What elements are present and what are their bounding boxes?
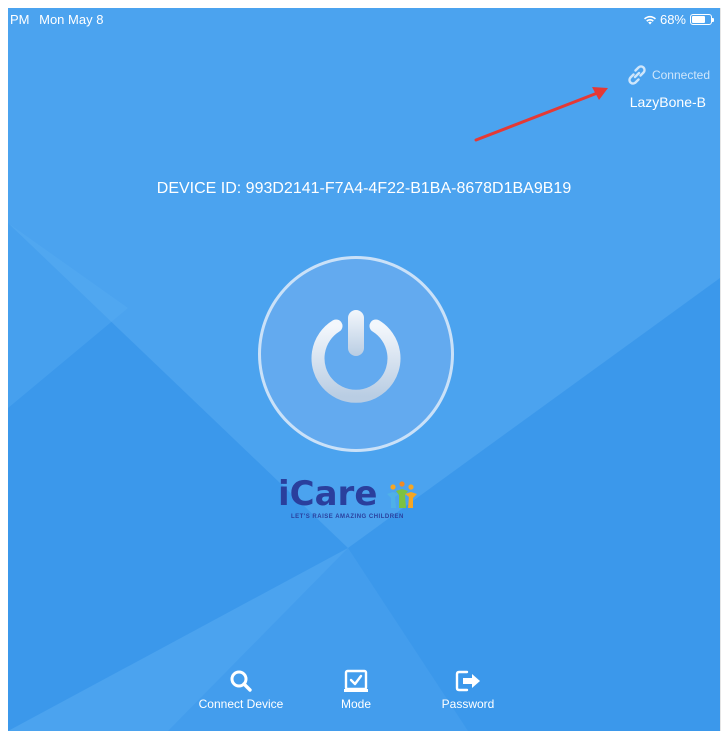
children-icon [387, 481, 417, 508]
annotation-arrow [474, 87, 608, 142]
connection-status: Connected [624, 62, 710, 88]
icare-logo: iCare LET'S RAISE AMAZING CHILDREN [278, 474, 428, 524]
bottom-tab-bar: Connect Device Mode Password [8, 668, 720, 718]
tab-connect-device[interactable]: Connect Device [196, 668, 286, 711]
app-screen: PM Mon May 8 68% Connected LazyBone-B DE… [8, 8, 721, 731]
battery-percent: 68% [659, 12, 686, 27]
status-date: Mon May 8 [39, 12, 104, 27]
connection-label: Connected [651, 68, 710, 82]
tab-mode[interactable]: Mode [326, 668, 386, 711]
status-bar: PM Mon May 8 68% [8, 8, 720, 30]
tab-label: Password [441, 697, 495, 711]
status-left: PM Mon May 8 [10, 12, 109, 27]
status-time: PM [10, 12, 30, 27]
logout-icon [455, 670, 480, 692]
power-button[interactable] [258, 256, 454, 452]
power-icon [311, 310, 401, 403]
tab-label: Mode [340, 697, 372, 711]
device-id: DEVICE ID: 993D2141-F7A4-4F22-B1BA-8678D… [156, 180, 572, 197]
logo-tagline: LET'S RAISE AMAZING CHILDREN [291, 514, 404, 520]
checkbox-icon [344, 669, 368, 692]
tab-password[interactable]: Password [433, 668, 503, 711]
device-name: LazyBone-B [629, 94, 706, 110]
search-icon [230, 670, 252, 692]
logo-name: iCare [278, 474, 378, 514]
tab-label: Connect Device [198, 697, 284, 711]
battery-icon [690, 14, 714, 25]
status-right: 68% [643, 12, 714, 27]
link-icon [628, 65, 646, 85]
wifi-icon [643, 15, 656, 25]
